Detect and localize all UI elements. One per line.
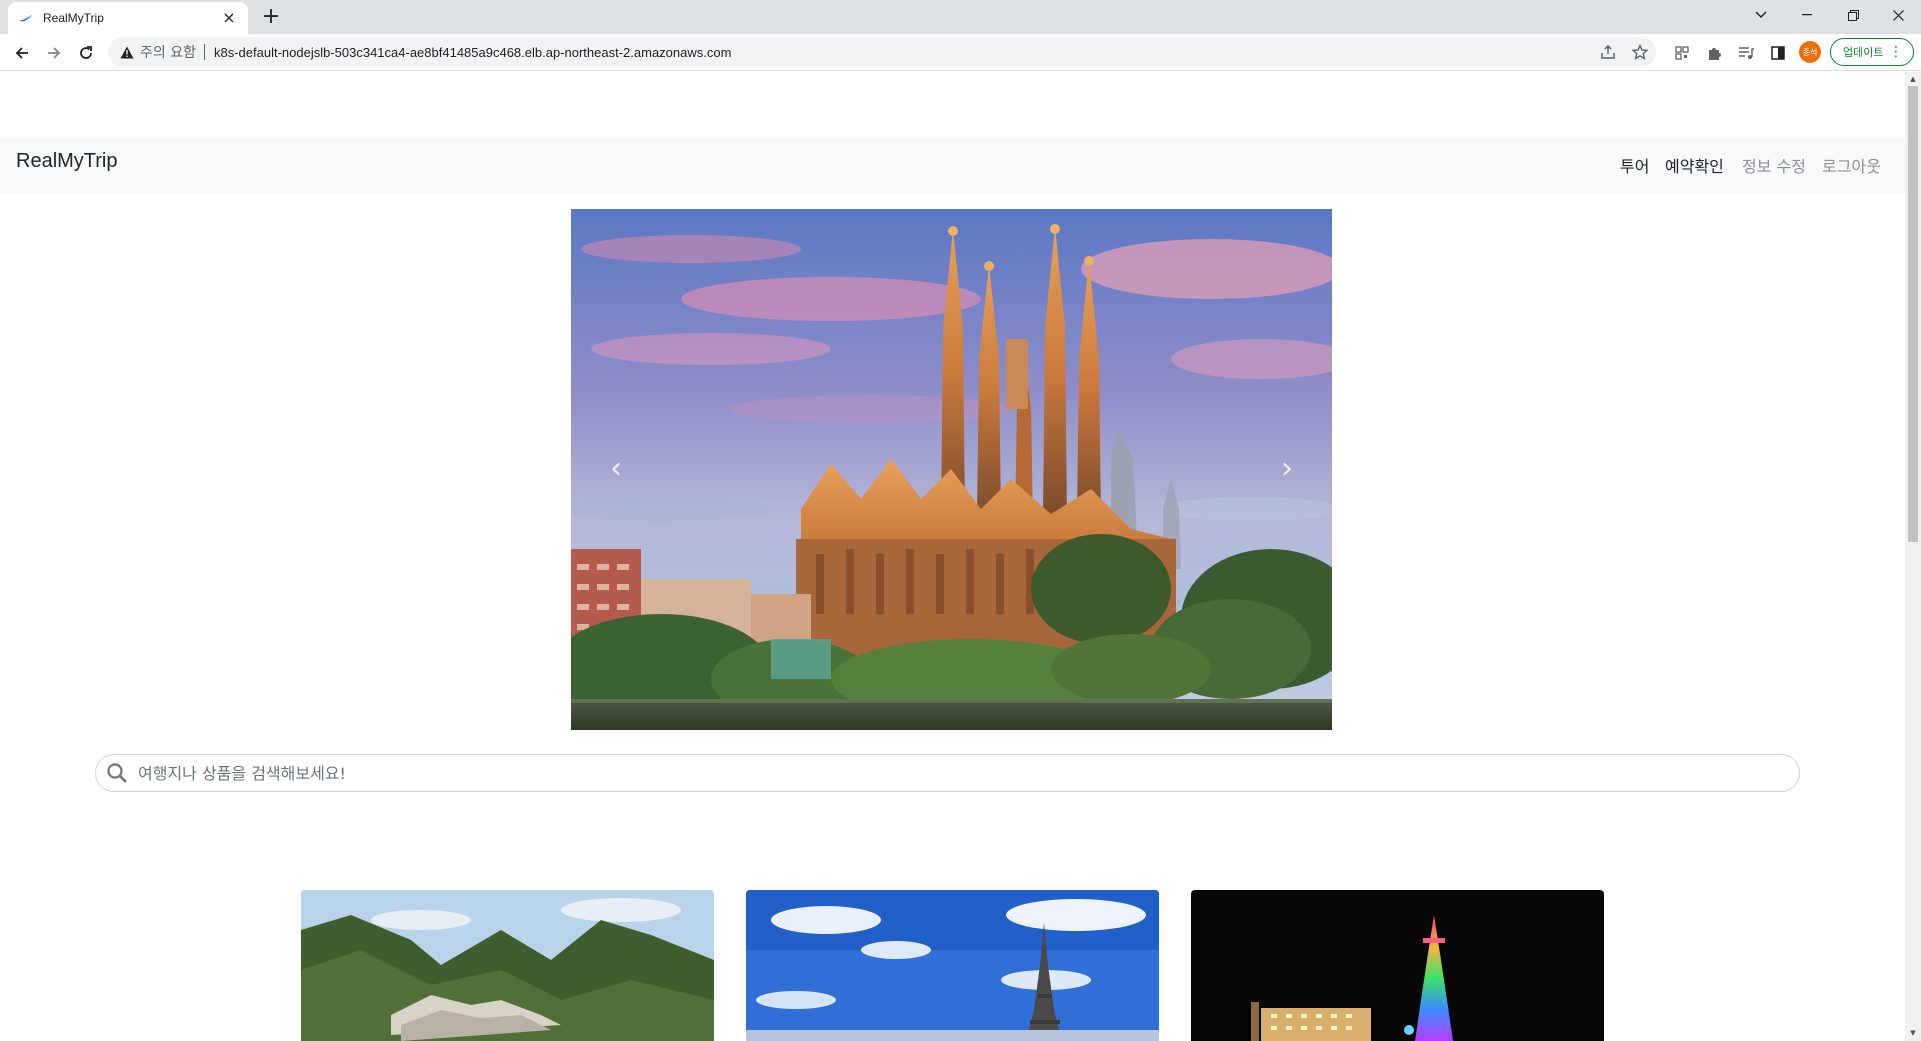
tab-search-icon[interactable] xyxy=(1738,0,1784,30)
carousel-prev-icon[interactable]: ‹ xyxy=(596,449,636,489)
tab-close-icon[interactable]: × xyxy=(220,9,238,27)
nav-logout[interactable]: 로그아웃 xyxy=(1822,153,1881,177)
new-tab-icon[interactable]: + xyxy=(258,5,284,31)
address-divider xyxy=(203,44,205,60)
close-window-icon[interactable] xyxy=(1875,0,1921,30)
site-navbar: RealMyTrip 투어 예약확인 정보 수정 로그아웃 xyxy=(0,137,1905,193)
night-tower-image xyxy=(1191,890,1604,1041)
browser-toolbar: 주의 요함 k8s-default-nodejslb-503c341ca4-ae… xyxy=(0,34,1921,71)
forward-icon[interactable] xyxy=(40,39,68,67)
reload-icon[interactable] xyxy=(72,39,100,67)
warning-icon[interactable] xyxy=(120,46,134,59)
scroll-up-icon[interactable]: ▲ xyxy=(1909,75,1917,83)
minimize-icon[interactable] xyxy=(1784,0,1830,30)
scroll-down-icon[interactable]: ▼ xyxy=(1909,1029,1917,1037)
browser-tabstrip: RealMyTrip × + xyxy=(0,0,1921,34)
page-scrollbar[interactable]: ▲ ▼ xyxy=(1905,72,1921,1041)
tour-card-mountains[interactable] xyxy=(301,890,714,1041)
nav-reservation-check[interactable]: 예약확인 xyxy=(1665,153,1724,177)
carousel-next-icon[interactable]: › xyxy=(1267,449,1307,489)
search-bar[interactable] xyxy=(95,754,1800,792)
browser-tab[interactable]: RealMyTrip × xyxy=(8,2,248,34)
back-icon[interactable] xyxy=(8,39,36,67)
scroll-thumb[interactable] xyxy=(1908,86,1918,542)
share-icon[interactable] xyxy=(1600,44,1618,62)
site-brand[interactable]: RealMyTrip xyxy=(16,150,118,173)
bookmark-star-icon[interactable] xyxy=(1631,43,1650,62)
tour-card-paris[interactable] xyxy=(746,890,1159,1041)
qr-extension-icon[interactable] xyxy=(1673,44,1691,62)
address-bar[interactable]: 주의 요함 k8s-default-nodejslb-503c341ca4-ae… xyxy=(108,37,1656,67)
update-button-label: 업데이트 xyxy=(1843,46,1884,59)
update-button[interactable]: 업데이트 ⋮ xyxy=(1830,38,1914,66)
url-text[interactable]: k8s-default-nodejslb-503c341ca4-ae8bf414… xyxy=(214,45,731,60)
hero-carousel[interactable]: ‹ › xyxy=(571,209,1332,730)
restore-icon[interactable] xyxy=(1830,0,1876,30)
security-warning-label[interactable]: 주의 요함 xyxy=(140,42,196,62)
tour-card-night-city[interactable] xyxy=(1191,890,1604,1041)
nav-tour[interactable]: 투어 xyxy=(1620,153,1649,177)
mountain-tour-image xyxy=(301,890,714,1041)
sagrada-familia-image xyxy=(571,209,1332,730)
more-menu-icon[interactable]: ⋮ xyxy=(1889,43,1903,61)
tab-title: RealMyTrip xyxy=(43,11,104,25)
extensions-puzzle-icon[interactable] xyxy=(1705,44,1723,62)
side-panel-icon[interactable] xyxy=(1769,44,1787,62)
profile-avatar[interactable]: 종석 xyxy=(1799,41,1821,63)
search-input[interactable] xyxy=(138,763,1738,783)
page-viewport: RealMyTrip 투어 예약확인 정보 수정 로그아웃 ‹ › 여행지나 상… xyxy=(0,72,1905,1041)
realmytrip-favicon-icon xyxy=(18,10,34,26)
search-icon xyxy=(106,762,128,784)
paris-tour-image xyxy=(746,890,1159,1041)
nav-edit-info[interactable]: 정보 수정 xyxy=(1742,153,1806,177)
media-control-icon[interactable] xyxy=(1737,44,1755,62)
